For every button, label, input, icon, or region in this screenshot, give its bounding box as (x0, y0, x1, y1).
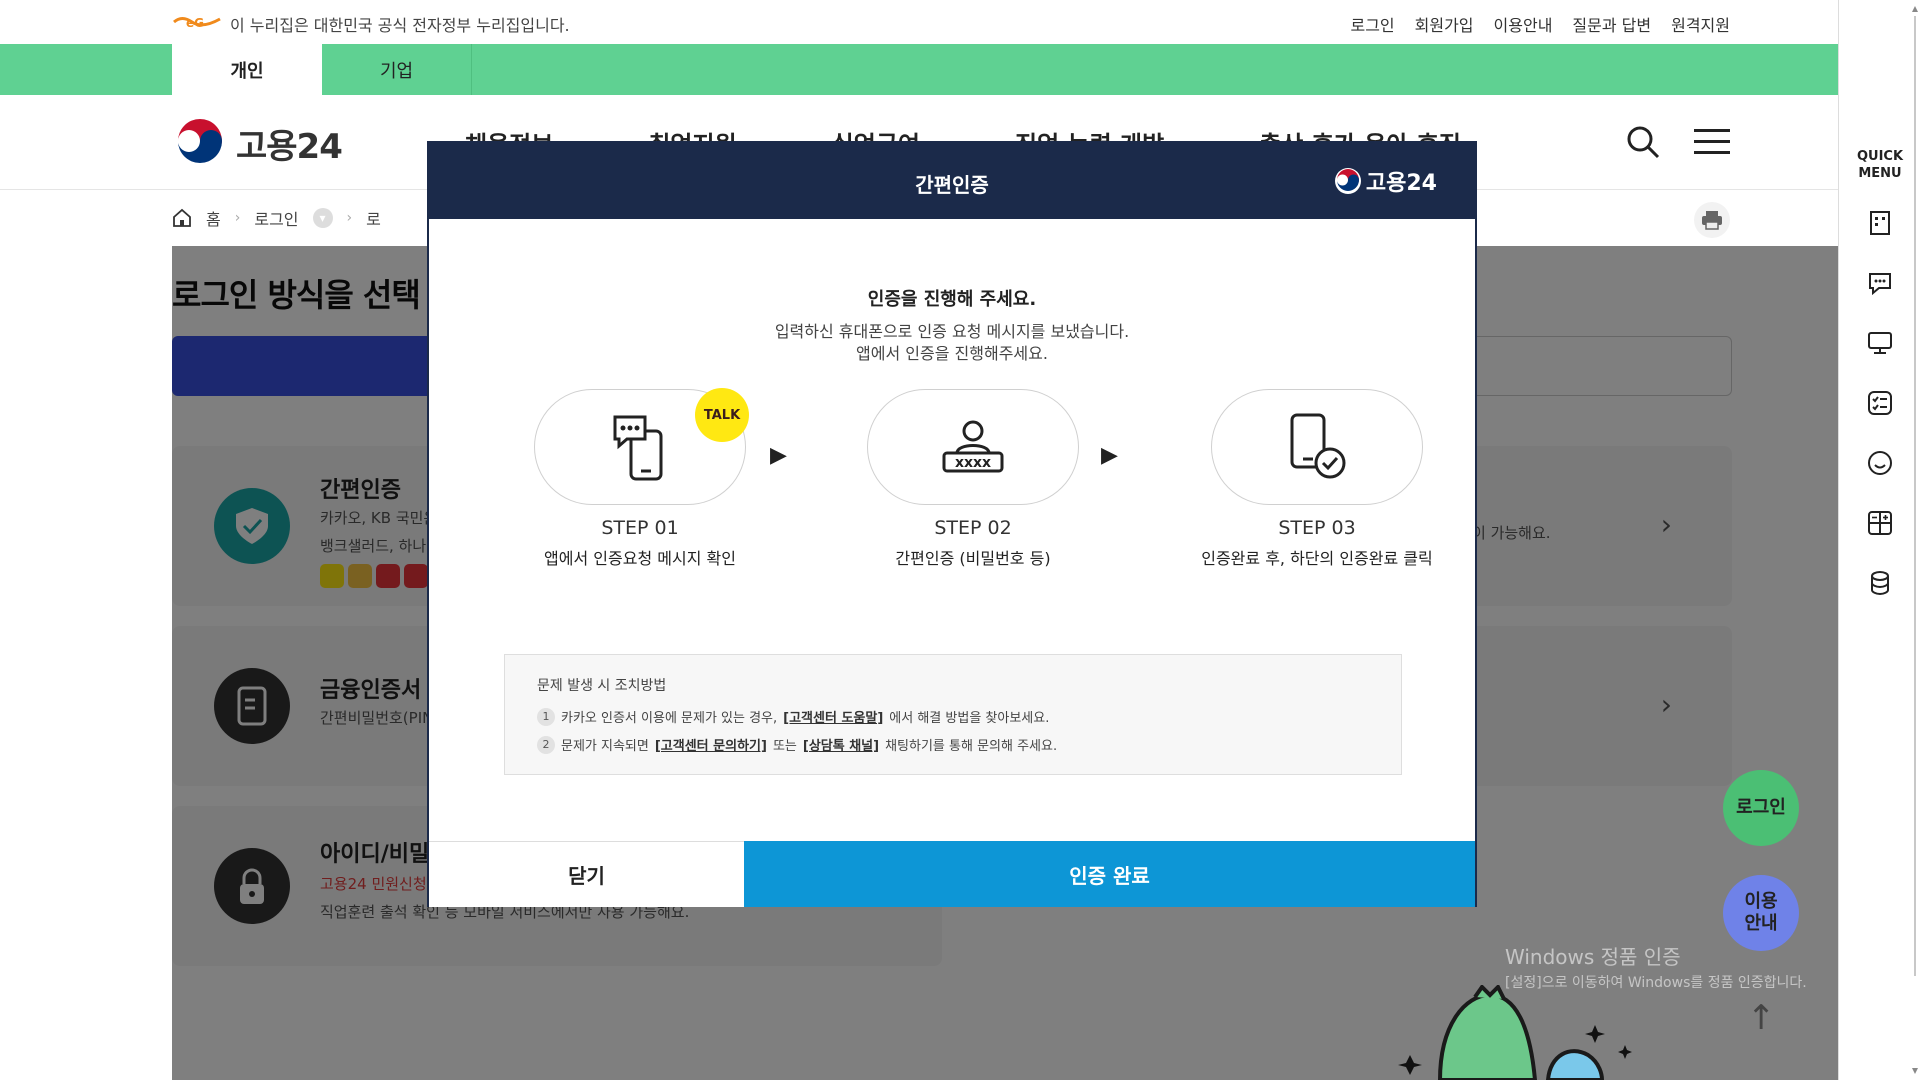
kakao-talk-badge-icon: TALK (695, 388, 749, 442)
modal-sub-text: 입력하신 휴대폰으로 인증 요청 메시지를 보냈습니다. 앱에서 인증을 진행해… (429, 321, 1475, 365)
auth-complete-button[interactable]: 인증 완료 (744, 841, 1475, 907)
utility-links: 로그인 회원가입 이용안내 질문과 답변 원격지원 (1350, 12, 1730, 36)
tab-personal[interactable]: 개인 (172, 44, 322, 95)
modal-header: 간편인증 고용24 (429, 143, 1475, 219)
floating-guide-button[interactable]: 이용 안내 (1723, 875, 1799, 951)
breadcrumb-current[interactable]: 로 (366, 206, 381, 230)
tab-business[interactable]: 기업 (322, 44, 472, 95)
chevron-right-icon: › (346, 210, 353, 226)
help-title: 문제 발생 시 조치방법 (537, 678, 667, 694)
watermark-line: Windows 정품 인증 (1505, 945, 1681, 969)
modal-sub-line: 입력하신 휴대폰으로 인증 요청 메시지를 보냈습니다. (774, 322, 1130, 341)
help-line-1: 1 카카오 인증서 이용에 문제가 있는 경우, [고객센터 도움말] 에서 해… (537, 707, 1049, 726)
fab-label-line: 안내 (1744, 913, 1778, 934)
help-number-badge: 2 (537, 735, 555, 754)
phone-message-icon (613, 415, 663, 481)
breadcrumb: 홈 › 로그인 ▾ › 로 (172, 206, 381, 230)
step-number: STEP 01 (601, 517, 679, 539)
modal-title: 간편인증 (915, 173, 989, 197)
step-arrow-icon: ▶ (1101, 443, 1118, 468)
print-button[interactable] (1694, 202, 1730, 238)
util-qna-link[interactable]: 질문과 답변 (1572, 12, 1651, 36)
quick-menu-title: QUICK MENU (1839, 148, 1920, 182)
step-number: STEP 03 (1278, 517, 1356, 539)
building-icon[interactable] (1865, 208, 1895, 238)
help-number-badge: 1 (537, 707, 555, 726)
mascot-illustration-icon (1398, 985, 1632, 1080)
user-type-tabbar: 개인 기업 (0, 44, 1838, 95)
quick-menu-title-line: QUICK (1856, 149, 1904, 164)
customer-center-inquiry-link[interactable]: [고객센터 문의하기] (655, 735, 767, 754)
step-03: STEP 03 인증완료 후, 하단의 인증완료 클릭 (1172, 389, 1462, 569)
help-text: 또는 (772, 739, 797, 754)
step-circle (1211, 389, 1423, 505)
util-guide-link[interactable]: 이용안내 (1494, 12, 1553, 36)
step-circle: xxxx (867, 389, 1079, 505)
step-circle: TALK (534, 388, 749, 505)
home-icon[interactable] (172, 208, 192, 228)
egov-logo-icon: eG (173, 16, 221, 30)
brand-logo[interactable]: 고용24 (172, 115, 343, 171)
help-text: 에서 해결 방법을 찾아보세요. (889, 711, 1050, 726)
chat-channel-link[interactable]: [상담톡 채널] (803, 735, 879, 754)
monitor-icon[interactable] (1865, 328, 1895, 358)
smile-icon[interactable] (1865, 448, 1895, 478)
step-description: 앱에서 인증요청 메시지 확인 (544, 549, 736, 568)
help-text: 문제가 지속되면 (561, 739, 649, 754)
modal-sub-line: 앱에서 인증을 진행해주세요. (856, 344, 1048, 363)
checklist-icon[interactable] (1865, 388, 1895, 418)
user-password-icon: xxxx (942, 420, 1004, 473)
breadcrumb-dropdown-icon[interactable]: ▾ (312, 208, 333, 228)
page-scrollbar[interactable] (1912, 0, 1918, 1080)
util-signup-link[interactable]: 회원가입 (1415, 12, 1474, 36)
chat-bubble-icon[interactable] (1865, 268, 1895, 298)
gov-banner-text: 이 누리집은 대한민국 공식 전자정부 누리집입니다. (230, 16, 570, 35)
util-remote-support-link[interactable]: 원격지원 (1671, 12, 1730, 36)
taegeuk-logo-icon (1334, 168, 1361, 194)
search-icon[interactable] (1626, 125, 1660, 159)
hamburger-menu-icon[interactable] (1694, 127, 1730, 157)
floating-login-button[interactable]: 로그인 (1723, 770, 1799, 846)
simple-auth-modal: 간편인증 고용24 인증을 진행해 주세요. 입력하신 휴대폰으로 인증 요청 … (427, 141, 1477, 907)
step-description: 간편인증 (비밀번호 등) (895, 549, 1051, 568)
scroll-to-top-arrow-icon[interactable]: ↑ (1747, 998, 1776, 1038)
brand-name: 고용24 (236, 126, 343, 167)
step-arrow-icon: ▶ (770, 443, 787, 468)
troubleshooting-box: 문제 발생 시 조치방법 1 카카오 인증서 이용에 문제가 있는 경우, [고… (504, 654, 1402, 775)
modal-brand-name: 고용24 (1365, 171, 1437, 196)
fab-label-line: 이용 (1744, 891, 1778, 912)
quick-menu-title-line: MENU (1858, 166, 1902, 181)
svg-text:xxxx: xxxx (955, 455, 991, 471)
quick-menu: QUICK MENU (1838, 0, 1920, 1080)
help-text: 카카오 인증서 이용에 문제가 있는 경우, (561, 711, 778, 726)
customer-center-help-link[interactable]: [고객센터 도움말] (783, 707, 883, 726)
util-login-link[interactable]: 로그인 (1350, 12, 1394, 36)
coins-icon[interactable] (1865, 568, 1895, 598)
help-text: 채팅하기를 통해 문의해 주세요. (885, 739, 1058, 754)
top-utility-bar: eG 이 누리집은 대한민국 공식 전자정부 누리집입니다. 로그인 회원가입 … (0, 0, 1838, 44)
breadcrumb-login[interactable]: 로그인 (254, 206, 298, 230)
calculator-icon[interactable] (1865, 508, 1895, 538)
modal-lead-text: 인증을 진행해 주세요. (867, 289, 1037, 310)
phone-check-icon (1290, 413, 1346, 479)
printer-icon (1702, 211, 1722, 230)
step-description: 인증완료 후, 하단의 인증완료 클릭 (1201, 549, 1433, 568)
step-02: xxxx STEP 02 간편인증 (비밀번호 등) (828, 389, 1118, 569)
breadcrumb-home[interactable]: 홈 (206, 206, 221, 230)
step-01: TALK STEP 01 앱에서 인증요청 메시지 확인 (495, 388, 785, 569)
svg-text:eG: eG (186, 16, 204, 30)
modal-brand: 고용24 (1334, 165, 1437, 197)
chevron-right-icon: › (234, 210, 241, 226)
taegeuk-logo-icon (174, 117, 226, 169)
help-line-2: 2 문제가 지속되면 [고객센터 문의하기] 또는 [상담톡 채널] 채팅하기를… (537, 735, 1057, 754)
close-button[interactable]: 닫기 (429, 841, 744, 907)
step-number: STEP 02 (934, 517, 1012, 539)
